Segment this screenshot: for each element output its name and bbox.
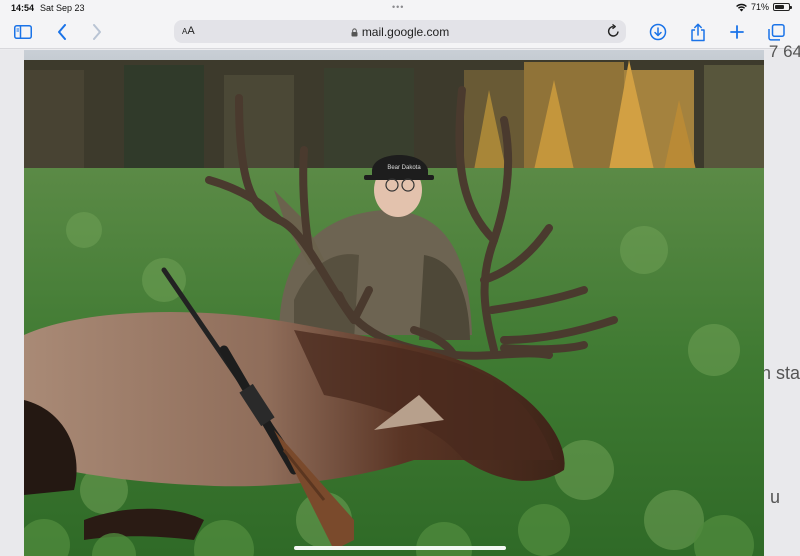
multitasking-dots-icon[interactable]: ••• (392, 2, 404, 12)
status-right: 71% (736, 2, 792, 12)
share-icon[interactable] (688, 22, 708, 42)
tabs-icon[interactable] (766, 22, 786, 42)
battery-percent: 71% (750, 2, 769, 12)
hunting-photo[interactable]: Bear Dakota (24, 50, 764, 556)
cap-text: Bear Dakota (387, 165, 421, 171)
status-bar: 14:54 Sat Sep 23 ••• 71% (0, 0, 800, 15)
battery-icon (773, 3, 792, 11)
photo-image: Bear Dakota (24, 50, 764, 556)
sidebar-icon[interactable] (13, 22, 33, 42)
web-content: 7 64 h sta u Bear Dakota (0, 42, 800, 556)
reload-icon[interactable] (607, 23, 620, 43)
status-time: 14:54 (11, 3, 35, 13)
address-bar[interactable]: AA mail.google.com (174, 20, 626, 43)
forward-icon[interactable] (87, 22, 107, 42)
battery-fill (775, 5, 785, 9)
home-indicator[interactable] (294, 546, 506, 550)
wifi-icon (736, 3, 747, 11)
status-date: Sat Sep 23 (40, 3, 85, 13)
email-fragment-low: u (769, 487, 780, 507)
back-icon[interactable] (52, 22, 72, 42)
new-tab-icon[interactable] (727, 22, 747, 42)
url-text: mail.google.com (361, 25, 450, 39)
download-icon[interactable] (648, 22, 668, 42)
lock-icon (351, 26, 358, 40)
browser-toolbar: AA mail.google.com (0, 15, 800, 49)
email-fragment-mid: h sta (760, 363, 800, 383)
ipad-screen: 14:54 Sat Sep 23 ••• 71% AA mail.google.… (0, 0, 800, 556)
url-display[interactable]: mail.google.com (174, 25, 626, 40)
email-fragment-top: 7 64 (768, 42, 800, 61)
